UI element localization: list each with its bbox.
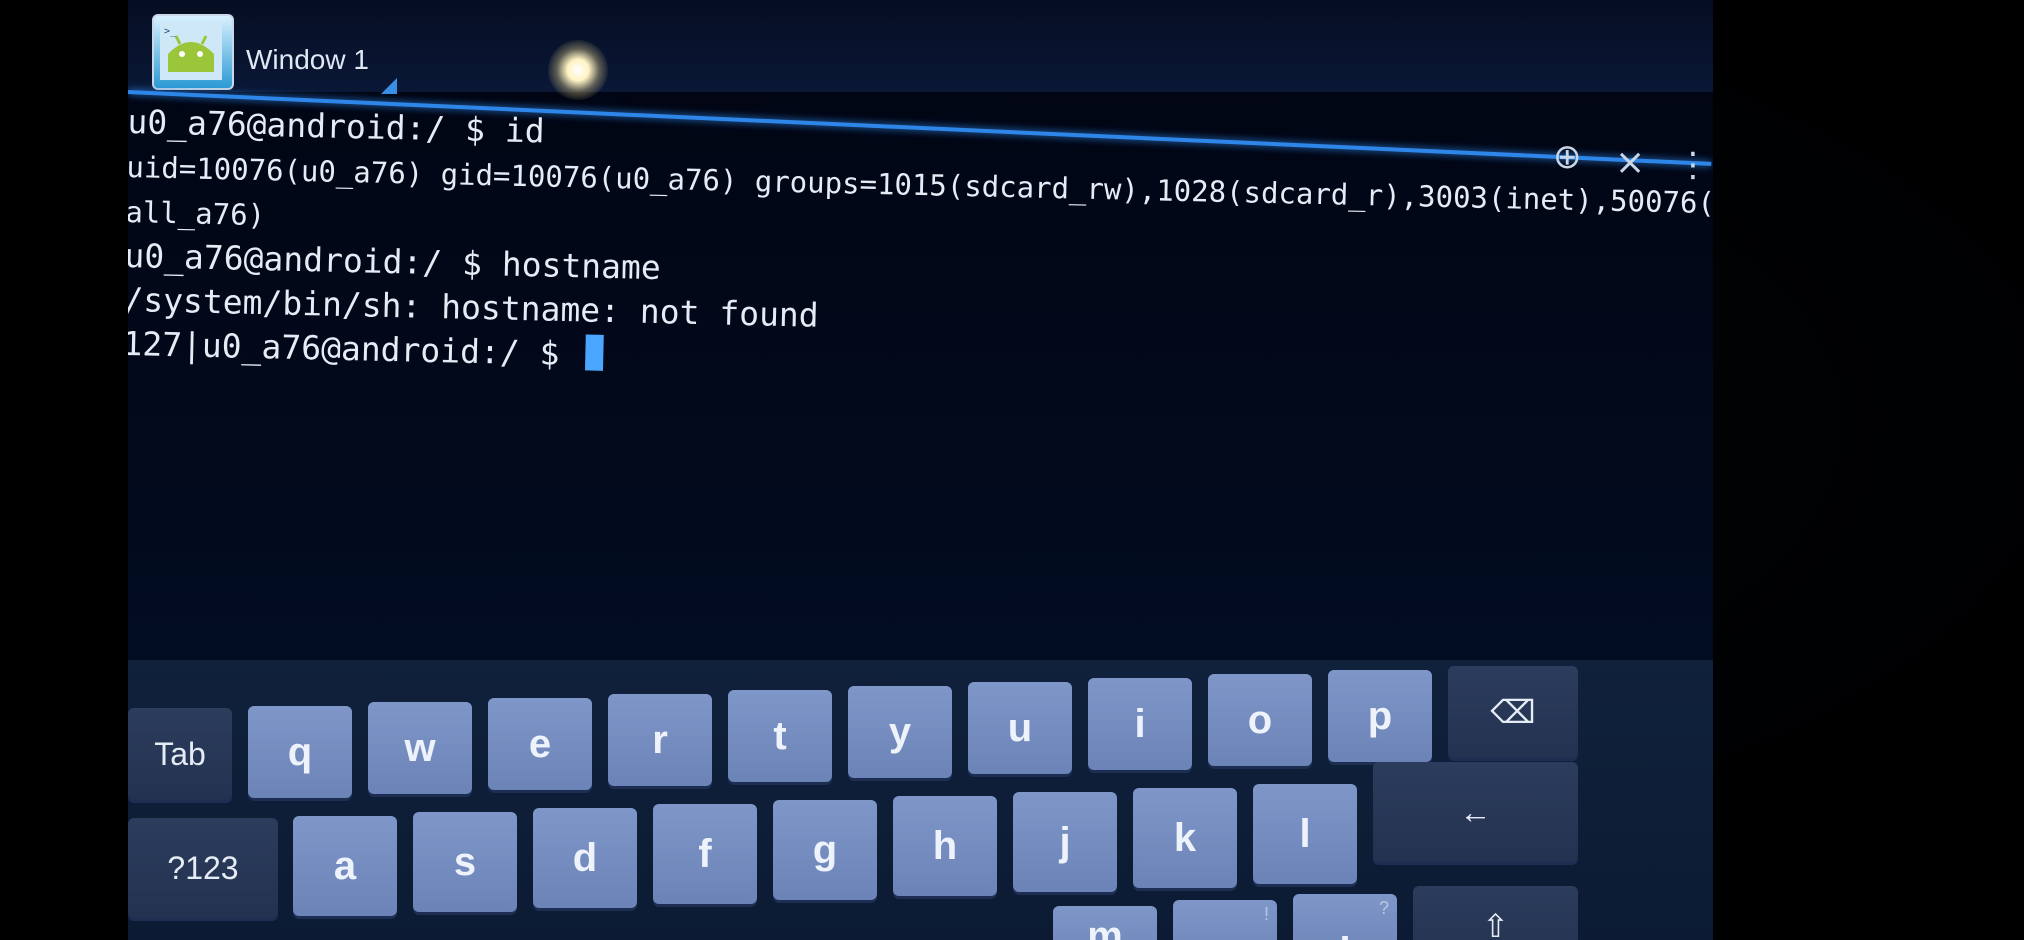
key-label: ?123 [167,849,239,886]
key-label: h [932,823,958,868]
photo-frame: >_ Window 1 ⊕ × ⋮ u0_a76@android:/ $ id … [0,0,2024,940]
key-label: i [1134,701,1146,746]
key-label: m [1087,913,1123,940]
key-label: k [1173,815,1197,860]
key-a[interactable]: a [293,816,397,916]
key-label: j [1059,819,1071,864]
key-hint: ? [1378,898,1389,918]
android-robot-icon: >_ [160,22,222,80]
key-o[interactable]: o [1208,674,1312,766]
key-s[interactable]: s [413,812,517,912]
key-p[interactable]: p [1328,670,1432,762]
window-tab-bar: >_ Window 1 [128,0,1713,94]
light-glare [548,40,608,100]
key-label: , [1219,912,1231,940]
key-label: o [1247,697,1273,742]
key-y[interactable]: y [848,686,952,778]
key-m[interactable]: m [1053,906,1157,940]
key-h[interactable]: h [893,796,997,896]
key-t[interactable]: t [728,690,832,782]
key-label: Tab [154,735,206,772]
key-label: r [652,717,668,762]
key-label: q [287,729,313,774]
enter-icon: ← [1459,793,1492,830]
key-label: s [453,839,477,884]
key-l[interactable]: l [1253,784,1357,884]
text-cursor [584,334,604,371]
key-comma[interactable]: !, [1173,900,1277,940]
key-label: y [888,709,912,754]
key-label: l [1299,811,1311,856]
key-w[interactable]: w [368,702,472,794]
key-shift[interactable]: ⇧ [1413,886,1578,940]
key-j[interactable]: j [1013,792,1117,892]
soft-keyboard: Tab q w e r t y u i o p ⌫ ?123 a s d f g… [128,660,1713,940]
key-f[interactable]: f [653,804,757,904]
window-tab-label[interactable]: Window 1 [246,44,369,76]
key-label: u [1007,705,1033,750]
terminal-line-text: all_a76) [128,194,266,233]
backspace-icon: ⌫ [1490,694,1536,730]
android-app-icon[interactable]: >_ [152,14,234,90]
key-e[interactable]: e [488,698,592,790]
key-period[interactable]: ?. [1293,894,1397,940]
key-label: w [404,725,436,770]
key-label: d [572,835,598,880]
key-label: f [698,831,712,876]
key-d[interactable]: d [533,808,637,908]
key-label: . [1339,906,1351,940]
terminal-line-text: u0_a76@android:/ $ id [128,101,546,151]
key-enter[interactable]: ← [1373,762,1578,862]
key-label: a [333,843,357,888]
terminal-output[interactable]: u0_a76@android:/ $ id uid=10076(u0_a76) … [128,100,1713,696]
shift-icon: ⇧ [1482,908,1509,940]
key-u[interactable]: u [968,682,1072,774]
key-label: g [812,827,838,872]
terminal-prompt: 127|u0_a76@android:/ $ [128,323,580,374]
key-label: t [773,713,787,758]
key-i[interactable]: i [1088,678,1192,770]
key-symbols[interactable]: ?123 [128,818,278,918]
svg-text:>_: >_ [164,26,177,37]
key-k[interactable]: k [1133,788,1237,888]
key-g[interactable]: g [773,800,877,900]
key-label: e [528,721,552,766]
tab-corner-marker [381,78,397,94]
key-q[interactable]: q [248,706,352,798]
key-tab[interactable]: Tab [128,708,232,800]
key-backspace[interactable]: ⌫ [1448,666,1578,758]
terminal-emulator-screen: >_ Window 1 ⊕ × ⋮ u0_a76@android:/ $ id … [128,0,1713,940]
key-r[interactable]: r [608,694,712,786]
key-hint: ! [1263,904,1269,924]
key-label: p [1367,693,1393,738]
